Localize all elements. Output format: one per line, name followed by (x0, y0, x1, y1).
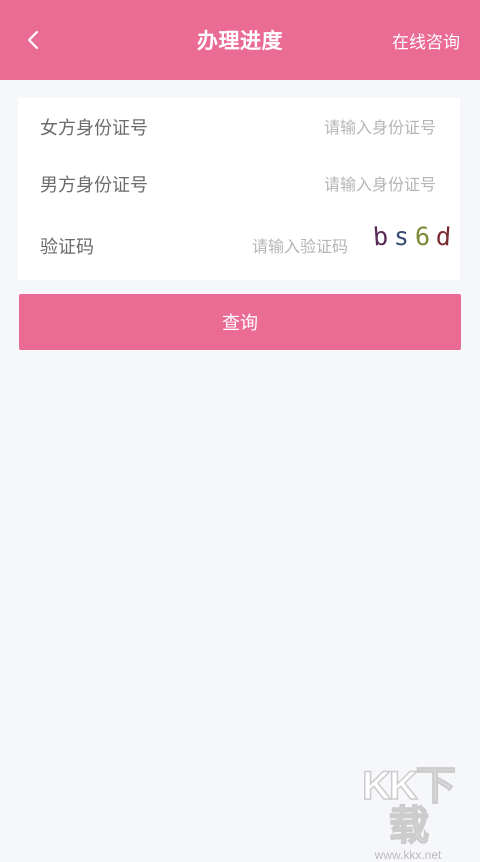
watermark: KK下载 www.kkx.net (348, 766, 468, 826)
male-id-row: 男方身份证号 (18, 156, 460, 212)
female-id-row: 女方身份证号 (18, 98, 460, 156)
female-id-input[interactable] (234, 117, 438, 138)
female-id-label: 女方身份证号 (40, 114, 148, 140)
query-form-card: 女方身份证号 男方身份证号 验证码 b s 6 d (18, 98, 460, 280)
captcha-char: s (393, 221, 410, 251)
male-id-input[interactable] (234, 174, 438, 195)
captcha-char: d (435, 221, 452, 251)
captcha-char: b (372, 221, 389, 251)
male-id-label: 男方身份证号 (40, 171, 148, 197)
app-header: 办理进度 在线咨询 (0, 0, 480, 80)
captcha-image[interactable]: b s 6 d (372, 216, 452, 256)
captcha-char: 6 (414, 221, 430, 251)
captcha-label: 验证码 (40, 233, 94, 259)
query-button[interactable]: 查询 (19, 294, 461, 350)
watermark-logo: KK下载 (348, 766, 468, 846)
online-consult-link[interactable]: 在线咨询 (392, 0, 460, 80)
captcha-input[interactable] (196, 236, 350, 257)
watermark-url: www.kkx.net (348, 848, 468, 862)
